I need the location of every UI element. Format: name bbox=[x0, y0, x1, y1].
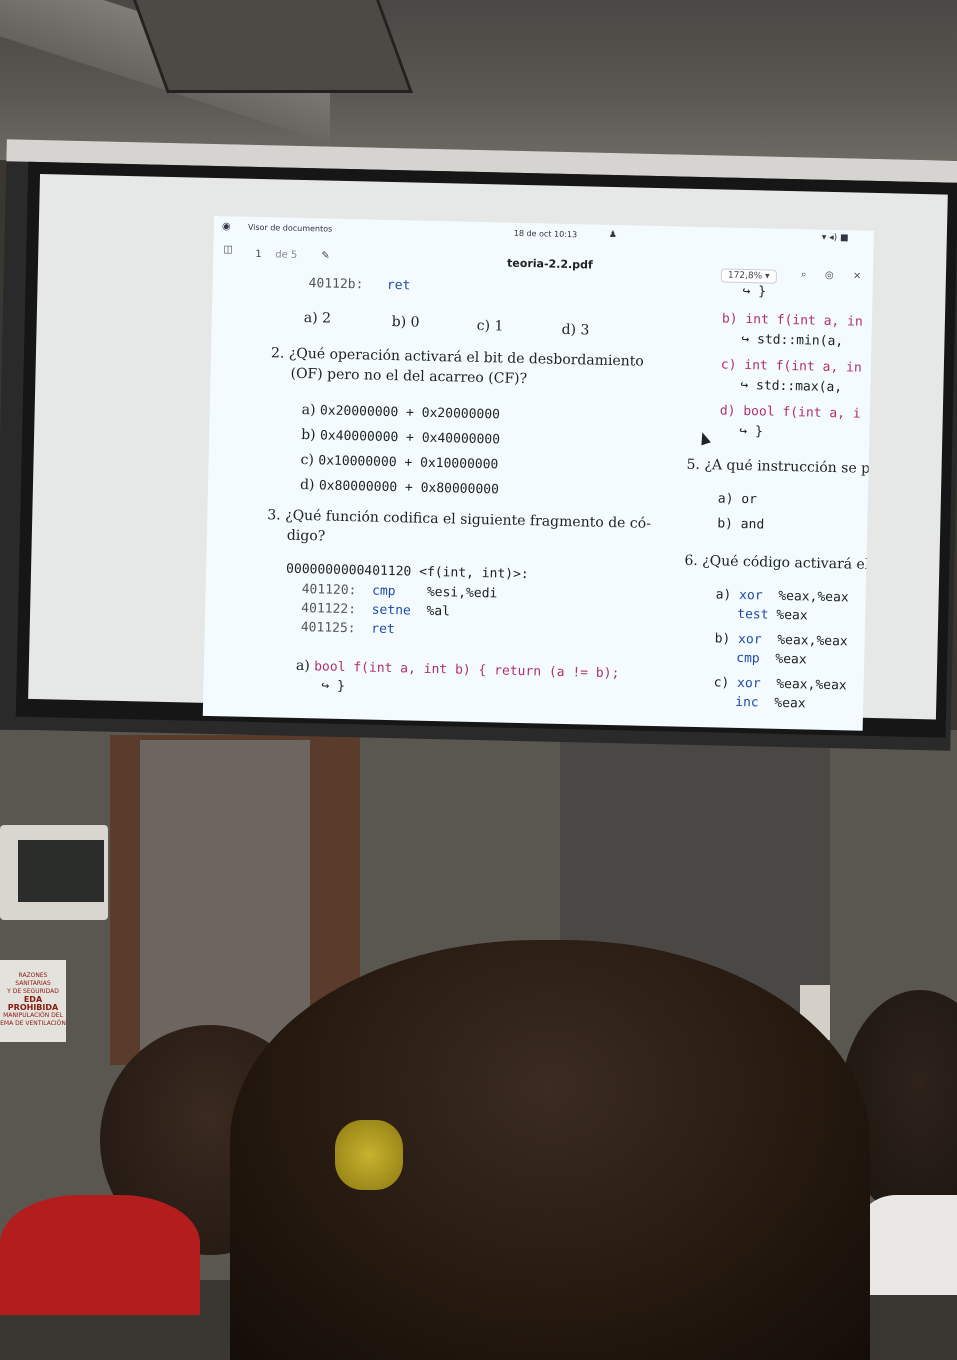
q2-option-d-label: d) bbox=[299, 476, 315, 494]
q2-option-b-text: 0x40000000 + 0x40000000 bbox=[319, 428, 501, 448]
asm-line-2-args: %al bbox=[426, 603, 451, 620]
asm-line-1-op: cmp bbox=[371, 583, 396, 600]
q6-option-c-op2: inc bbox=[735, 694, 759, 711]
document-viewer-window: ◉ Visor de documentos 18 de oct 10:13 ♟ … bbox=[202, 215, 874, 731]
mouse-cursor-icon bbox=[697, 430, 711, 446]
asm-header: 0000000000401120 <f(int, int)>: bbox=[285, 561, 529, 583]
q6-option-b-args1: %eax,%eax bbox=[777, 632, 848, 650]
q2-option-c: c) 0x10000000 + 0x10000000 bbox=[300, 452, 498, 472]
q2-option-a-label: a) bbox=[301, 401, 316, 419]
audience-shirt-white bbox=[860, 1195, 957, 1295]
asm-line-2-op: setne bbox=[371, 602, 411, 619]
asm-top-line: 40112b: ret bbox=[308, 276, 410, 293]
q6-option-b-label: b) bbox=[714, 631, 731, 647]
right-option-b-cont: ↪ std::min(a, bbox=[741, 331, 844, 350]
q6-option-b-op2: cmp bbox=[736, 650, 760, 667]
audience-shirt-red bbox=[0, 1195, 200, 1315]
q2-option-b-label: b) bbox=[301, 426, 316, 444]
q3-line-2: digo? bbox=[286, 527, 326, 545]
q6-option-c-args1: %eax,%eax bbox=[776, 676, 847, 694]
asm-line-1-addr: 401120: bbox=[301, 582, 357, 599]
asm-line-3-addr: 401125: bbox=[300, 620, 356, 637]
screen-surface: ◉ Visor de documentos 18 de oct 10:13 ♟ … bbox=[28, 173, 948, 731]
q5-option-a: a) or bbox=[717, 491, 758, 508]
asm-line-3: 401125: ret bbox=[301, 620, 395, 637]
q2-option-b: b) 0x40000000 + 0x40000000 bbox=[301, 427, 500, 448]
q6-option-a-label: a) bbox=[715, 587, 732, 603]
q1-option-a: a) 2 bbox=[303, 310, 332, 327]
q2-option-a-text: 0x20000000 + 0x20000000 bbox=[319, 403, 501, 423]
q1-option-d: d) 3 bbox=[561, 321, 590, 339]
q2-line-2: (OF) pero no el del acarreo (CF)? bbox=[290, 365, 528, 388]
q2-option-c-label: c) bbox=[300, 451, 315, 469]
q5-text: 5. ¿A qué instrucción se p bbox=[686, 456, 871, 477]
q2-option-a: a) 0x20000000 + 0x20000000 bbox=[302, 402, 501, 422]
door bbox=[140, 740, 310, 1060]
q6-option-c-label: c) bbox=[713, 675, 730, 691]
q6-option-c-args2: %eax bbox=[774, 695, 806, 712]
asm-top-instr: ret bbox=[386, 277, 411, 294]
right-option-d-cont: ↪ } bbox=[739, 423, 764, 440]
sign-line-4: MANIPULACIÓN DEL bbox=[3, 1012, 63, 1019]
q6-option-a-args2: %eax bbox=[776, 607, 808, 624]
q6-option-a-line2: test %eax bbox=[737, 607, 808, 624]
q6-option-c-op1: xor bbox=[736, 675, 761, 692]
sign-line-1: RAZONES SANITARIAS bbox=[15, 972, 51, 987]
q6-option-a: a) xor %eax,%eax bbox=[715, 587, 848, 605]
hair-clip bbox=[335, 1120, 403, 1190]
q3-option-a: a) bool f(int a, int b) { return (a != b… bbox=[296, 658, 620, 681]
q2-option-d: d) 0x80000000 + 0x80000000 bbox=[300, 477, 499, 498]
asm-line-1-args: %esi,%edi bbox=[426, 584, 498, 602]
q3-option-a-label: a) bbox=[295, 657, 310, 675]
asm-line-3-op: ret bbox=[371, 621, 395, 638]
q1-option-b: b) 0 bbox=[391, 314, 420, 331]
audience-head-center bbox=[230, 940, 870, 1360]
asm-top-addr: 40112b: bbox=[308, 276, 364, 293]
q3-option-a-code: bool f(int a, int b) { return (a != b); bbox=[314, 659, 620, 682]
electrical-panel-window bbox=[18, 840, 104, 902]
screen-border: ◉ Visor de documentos 18 de oct 10:13 ♟ … bbox=[15, 161, 957, 738]
asm-line-2: 401122: setne %al bbox=[301, 601, 450, 619]
right-option-b: b) int f(int a, in bbox=[721, 311, 863, 330]
asm-line-2-addr: 401122: bbox=[301, 601, 357, 618]
asm-line-1: 401120: cmp %esi,%edi bbox=[302, 582, 498, 601]
sign-line-3: EDA PROHIBIDA bbox=[7, 995, 59, 1012]
q6-option-b: b) xor %eax,%eax bbox=[714, 631, 847, 649]
q6-text: 6. ¿Qué código activará el bbox=[684, 552, 870, 573]
right-option-c: c) int f(int a, in bbox=[720, 357, 862, 376]
q1-option-c: c) 1 bbox=[476, 317, 504, 335]
q6-option-a-args1: %eax,%eax bbox=[778, 588, 849, 606]
q6-option-b-line2: cmp %eax bbox=[736, 651, 807, 668]
right-option-c-cont: ↪ std::max(a, bbox=[740, 377, 843, 396]
q6-option-a-op1: xor bbox=[738, 587, 763, 604]
warning-sign: RAZONES SANITARIAS Y DE SEGURIDAD EDA PR… bbox=[0, 960, 66, 1042]
right-top-fragment: ↪ } bbox=[742, 283, 767, 300]
q5-option-b: b) and bbox=[717, 516, 765, 533]
sign-line-5: EMA DE VENTILACIÓN bbox=[0, 1020, 66, 1027]
q6-option-b-args2: %eax bbox=[775, 651, 807, 668]
ceiling-lamp bbox=[133, 0, 413, 93]
right-option-d: d) bool f(int a, i bbox=[719, 403, 861, 422]
pdf-page: 40112b: ret a) 2 b) 0 c) 1 d) 3 2. ¿Qué … bbox=[203, 216, 874, 731]
projector-screen: ◉ Visor de documentos 18 de oct 10:13 ♟ … bbox=[0, 139, 957, 751]
q6-option-a-op2: test bbox=[737, 606, 769, 623]
q3-option-a-cont: ↪ } bbox=[321, 678, 346, 695]
q2-option-d-text: 0x80000000 + 0x80000000 bbox=[318, 478, 500, 498]
q6-option-c-line2: inc %eax bbox=[735, 695, 806, 712]
q6-option-b-op1: xor bbox=[737, 631, 762, 648]
q2-option-c-text: 0x10000000 + 0x10000000 bbox=[318, 453, 499, 473]
q6-option-c: c) xor %eax,%eax bbox=[713, 675, 846, 693]
